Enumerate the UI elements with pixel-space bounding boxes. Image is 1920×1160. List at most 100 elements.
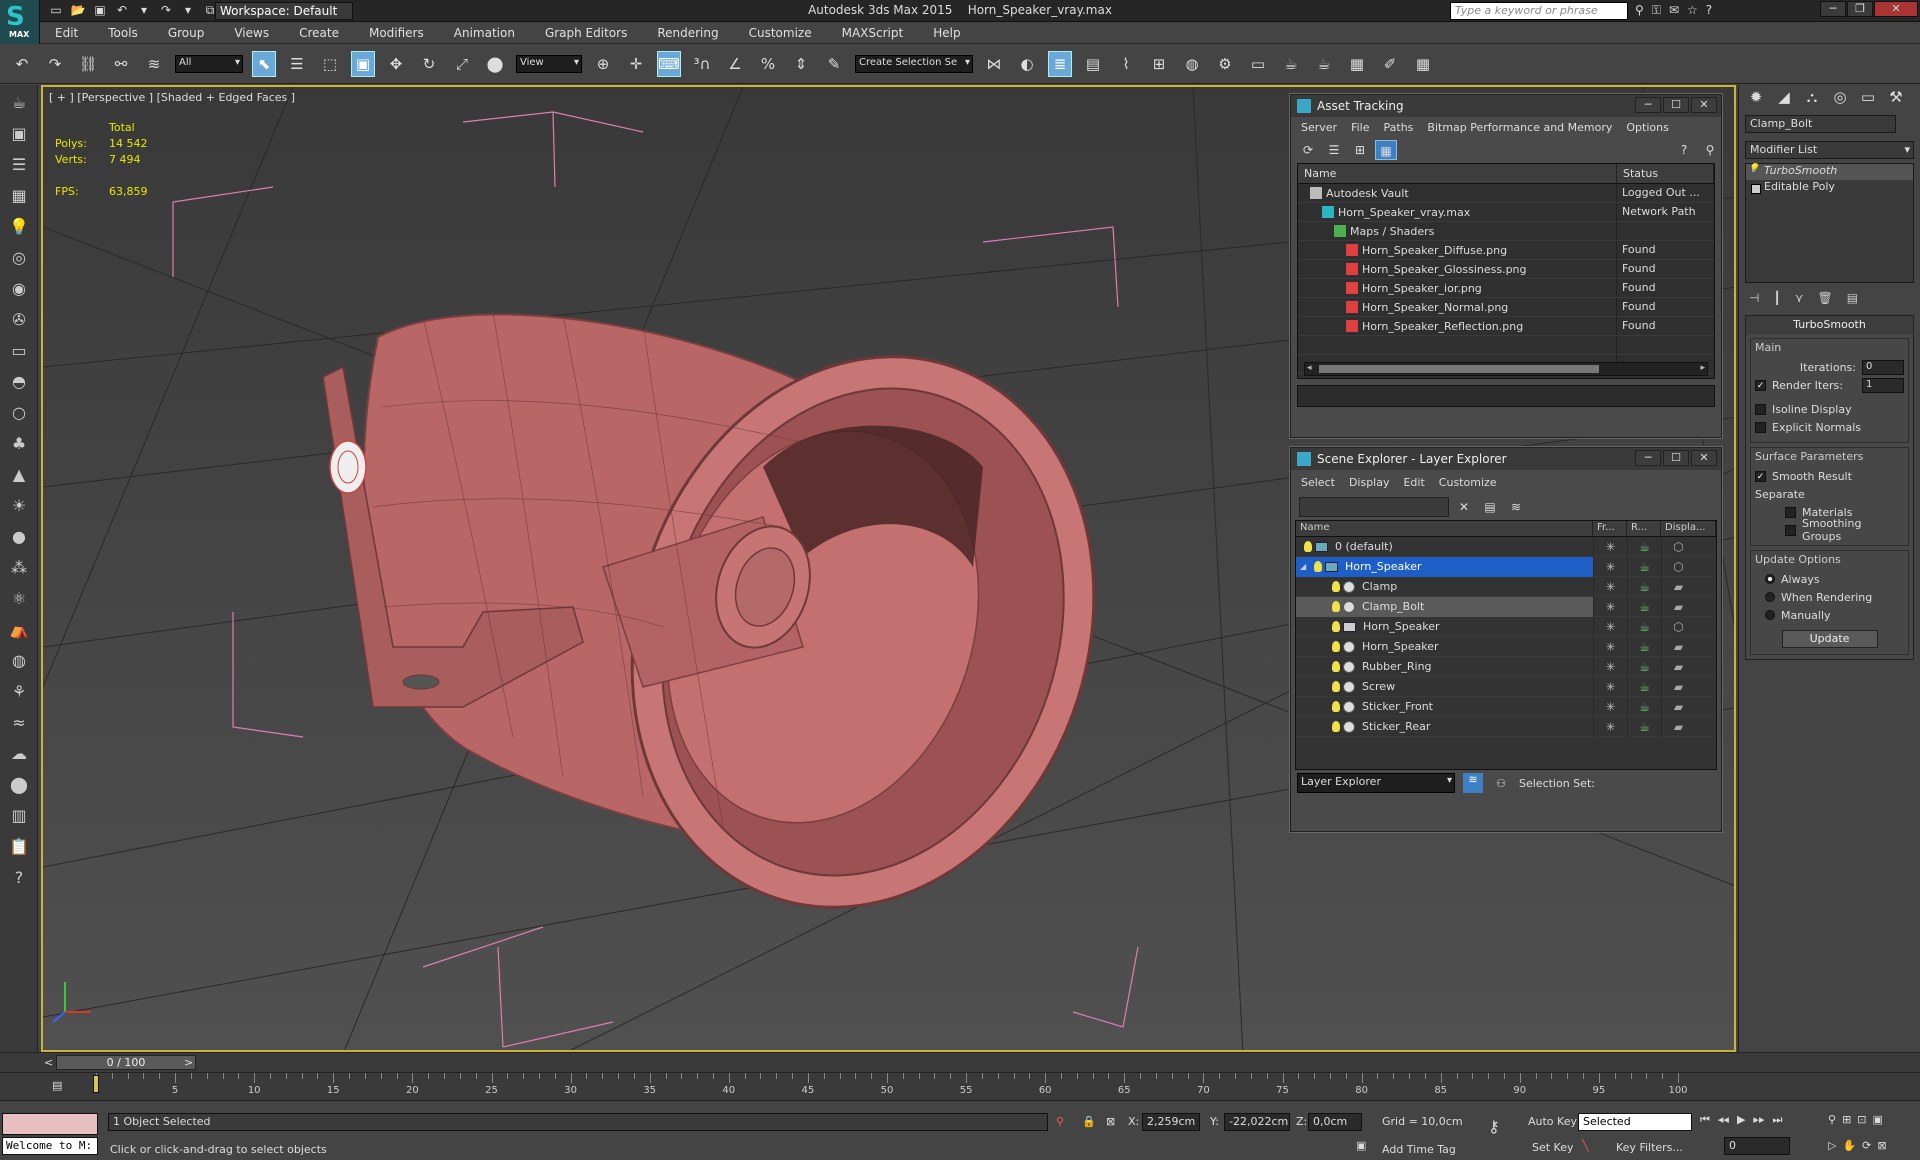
col-frozen[interactable]: Fr... (1593, 521, 1627, 536)
configure-sets-icon[interactable]: ▤ (1847, 291, 1858, 305)
menu-edit[interactable]: Edit (55, 26, 78, 40)
viewport-label[interactable]: [ + ] [Perspective ] [Shaded + Edged Fac… (49, 91, 295, 104)
display-icon[interactable]: ▰ (1661, 676, 1695, 697)
freeze-icon[interactable]: ✳ (1593, 676, 1627, 697)
asset-row[interactable]: Horn_Speaker_vray.max Network Path (1298, 203, 1714, 222)
grid-toolbar-icon[interactable]: ▦ (1411, 51, 1435, 77)
chevron-down-icon[interactable]: ▾ (136, 3, 152, 18)
layer-row[interactable]: Sticker_Front ✳ ☕ ▰ (1296, 696, 1716, 717)
light-bulb-icon[interactable] (1332, 661, 1340, 672)
menu-maxscript[interactable]: MAXScript (842, 26, 904, 40)
layer-mode-icon[interactable]: ≋ (1463, 773, 1483, 793)
object-name-field[interactable]: Clamp_Bolt (1745, 115, 1896, 133)
pin-stack-icon[interactable]: ⊣ (1749, 291, 1759, 305)
prev-frame-icon[interactable]: < (44, 1056, 53, 1069)
menu-tools[interactable]: Tools (108, 26, 138, 40)
at-menu-bitmap[interactable]: Bitmap Performance and Memory (1427, 121, 1612, 134)
menu-views[interactable]: Views (234, 26, 269, 40)
workspace-dropdown[interactable]: Workspace: Default (215, 2, 353, 20)
window-crossing-icon[interactable]: ▣ (351, 50, 375, 77)
maxscript-listener-swatch[interactable] (2, 1113, 98, 1135)
isolate-icon[interactable]: ⚲ (1056, 1115, 1064, 1128)
asset-tracking-titlebar[interactable]: Asset Tracking ─ ☐ ✕ (1291, 95, 1721, 117)
open-file-icon[interactable]: 📂 (70, 3, 86, 18)
zoom-all-icon[interactable]: ⊞ (1842, 1113, 1851, 1126)
asset-row[interactable]: Horn_Speaker_Normal.png Found (1298, 298, 1714, 317)
grass-icon[interactable]: ⚘ (6, 679, 32, 705)
zoom-icon[interactable]: ⚲ (1828, 1113, 1836, 1126)
render-teapot-icon[interactable]: ☕ (1627, 696, 1661, 717)
rotate-icon[interactable]: ↻ (417, 51, 441, 77)
display-icon[interactable]: ▰ (1661, 656, 1695, 677)
maximize-button[interactable]: ☐ (1663, 450, 1689, 466)
box-icon[interactable]: ▭ (6, 338, 32, 364)
film-icon[interactable]: ✇ (6, 307, 32, 333)
close-button[interactable]: ✕ (1691, 450, 1717, 466)
globe-icon[interactable]: ◉ (6, 276, 32, 302)
horizontal-scrollbar[interactable]: ◂ ▸ (1304, 362, 1708, 376)
show-end-result-icon[interactable]: ┃ (1773, 291, 1780, 305)
app-logo-button[interactable]: S MAX (0, 0, 40, 44)
freeze-icon[interactable]: ✳ (1593, 696, 1627, 717)
goto-start-icon[interactable]: ⏮ (1700, 1113, 1710, 1127)
freeze-icon[interactable]: ✳ (1593, 596, 1627, 617)
search-input[interactable]: Type a keyword or phrase (1450, 2, 1628, 20)
cone-icon[interactable]: ▲ (6, 462, 32, 488)
motion-tab-icon[interactable]: ◎ (1829, 88, 1851, 108)
display-icon[interactable]: ▰ (1661, 696, 1695, 717)
rendered-frame-window-icon[interactable]: ▭ (1246, 51, 1270, 77)
light-bulb-icon[interactable] (1332, 641, 1340, 652)
absolute-mode-icon[interactable]: ⊠ (1106, 1115, 1115, 1128)
snaps-toggle-icon[interactable]: ³∩ (690, 51, 714, 77)
menu-group[interactable]: Group (168, 26, 205, 40)
chevron-down-icon[interactable]: ▾ (180, 3, 196, 18)
auto-key-button[interactable]: Auto Key (1528, 1115, 1577, 1128)
rollout-header[interactable]: TurboSmooth (1746, 316, 1913, 334)
goto-end-icon[interactable]: ⏭ (1772, 1113, 1782, 1127)
molecule-icon[interactable]: ⚛ (6, 586, 32, 612)
layer-row[interactable]: Clamp ✳ ☕ ▰ (1296, 576, 1716, 597)
render-teapot-icon[interactable]: ☕ (1627, 636, 1661, 657)
pencil-icon[interactable]: ✐ (1378, 51, 1402, 77)
next-frame-icon[interactable]: > (184, 1056, 193, 1069)
layer-row[interactable]: Screw ✳ ☕ ▰ (1296, 676, 1716, 697)
find-input[interactable] (1299, 497, 1449, 517)
light-bulb-icon[interactable] (1332, 601, 1340, 612)
ball-icon[interactable]: ● (6, 524, 32, 550)
modifier-editable-poly[interactable]: Editable Poly (1746, 180, 1913, 196)
render-teapot-icon[interactable]: ☕ (1627, 676, 1661, 697)
menu-customize[interactable]: Customize (749, 26, 812, 40)
remove-modifier-icon[interactable]: 🗑 (1817, 291, 1832, 305)
render-teapot-icon[interactable]: ☕ (1627, 596, 1661, 617)
menu-create[interactable]: Create (299, 26, 339, 40)
maximize-button[interactable]: ☐ (1663, 97, 1689, 113)
freeze-icon[interactable]: ✳ (1593, 656, 1627, 677)
camera-icon[interactable]: ◎ (6, 245, 32, 271)
col-status[interactable]: Status (1617, 164, 1714, 183)
freeze-icon[interactable]: ✳ (1593, 556, 1627, 577)
spinner-snap-icon[interactable]: ⇕ (789, 51, 813, 77)
asset-row[interactable]: Autodesk Vault Logged Out ... (1298, 184, 1714, 203)
named-selection-sets-dropdown[interactable]: Create Selection Se (855, 54, 973, 73)
asset-path-field[interactable] (1297, 385, 1715, 407)
orbit-icon[interactable]: ⟳ (1862, 1139, 1871, 1152)
light-bulb-icon[interactable] (1332, 721, 1340, 732)
display-tab-icon[interactable]: ▭ (1857, 88, 1879, 108)
angle-snap-icon[interactable]: ∠ (723, 51, 747, 77)
set-key-button[interactable]: Set Key (1532, 1141, 1574, 1154)
list-view-icon[interactable]: ☰ (1323, 140, 1345, 160)
grid-icon[interactable]: ▦ (6, 183, 32, 209)
communication-icon[interactable]: ✉ (1669, 3, 1679, 18)
selection-filter-dropdown[interactable]: All (175, 54, 243, 73)
current-frame-field[interactable]: 0 (1724, 1137, 1790, 1155)
time-tag-icon[interactable]: ▣ (1356, 1139, 1366, 1152)
z-coordinate-field[interactable]: 0,0cm (1308, 1113, 1362, 1131)
display-icon[interactable]: ⬡ (1661, 536, 1695, 557)
make-unique-icon[interactable]: ⋎ (1795, 291, 1804, 305)
layer-row[interactable]: Clamp_Bolt ✳ ☕ ▰ (1296, 596, 1716, 617)
layer-row[interactable]: ◢ Horn_Speaker ✳ ☕ ⬡ (1296, 556, 1716, 577)
save-icon[interactable]: ▣ (92, 3, 108, 18)
dome-icon[interactable]: ◓ (6, 369, 32, 395)
set-keys-icon[interactable]: ╲ (1582, 1139, 1589, 1152)
help-search-icon[interactable]: ⚲ (1699, 140, 1721, 160)
